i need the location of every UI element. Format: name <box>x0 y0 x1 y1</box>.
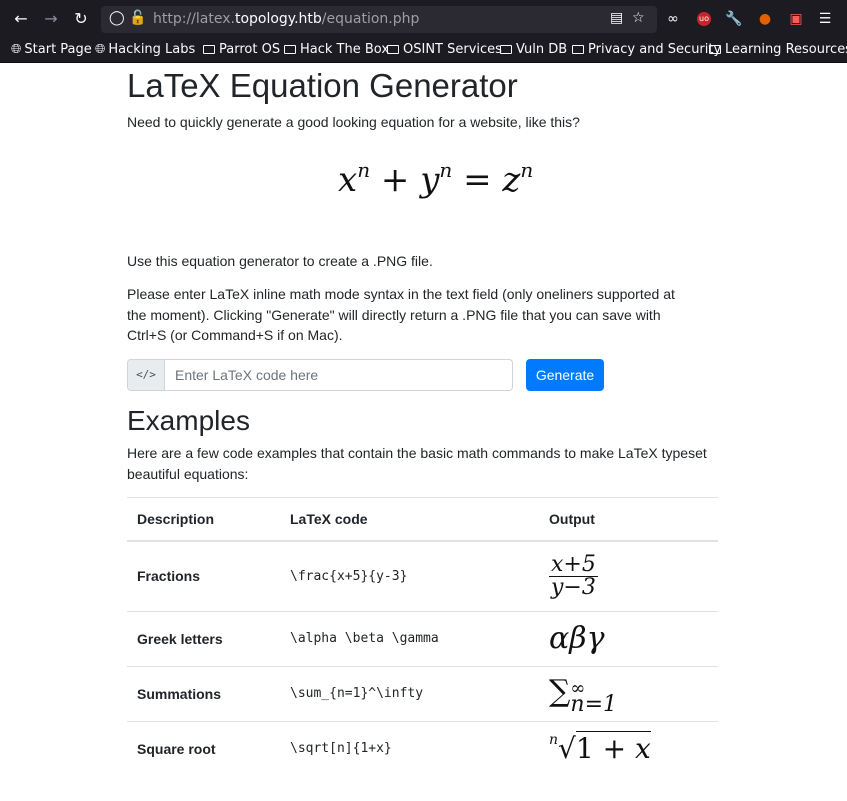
folder-icon <box>203 45 215 54</box>
examples-table: Description LaTeX code Output Fractions … <box>127 497 718 776</box>
bookmark-privacy-security[interactable]: Privacy and Security <box>572 41 721 59</box>
latex-input-group: </> <box>127 359 520 391</box>
bookmark-star-icon[interactable]: ☆ <box>632 10 645 26</box>
row-code: \sum_{n=1}^\infty <box>280 665 539 721</box>
bookmark-hacking-labs[interactable]: 🌐︎ Hacking Labs <box>95 41 195 59</box>
examples-heading: Examples <box>127 405 250 436</box>
bookmark-hack-the-box[interactable]: Hack The Box <box>284 41 389 59</box>
row-description: Summations <box>127 665 280 721</box>
wrench-icon[interactable]: 🔧 <box>724 10 744 28</box>
extension-red-icon[interactable]: ▣ <box>786 10 806 28</box>
header-output: Output <box>539 497 718 542</box>
bookmark-learning-resources[interactable]: Learning Resources <box>709 41 847 59</box>
bookmark-osint-services[interactable]: OSINT Services <box>387 41 502 59</box>
row-output-fraction: x+5 y−3 <box>539 540 718 611</box>
row-description: Greek letters <box>127 610 280 666</box>
latex-input[interactable] <box>165 360 520 390</box>
url-text[interactable]: http://latex.topology.htb/equation.php <box>153 11 419 27</box>
example-equation-image: xn + yn = zn <box>338 158 534 200</box>
row-output-summation: ∑ ∞ n=1 <box>539 665 718 721</box>
row-code: \frac{x+5}{y-3} <box>280 540 539 611</box>
bookmark-parrot-os[interactable]: Parrot OS <box>203 41 280 59</box>
table-row: Greek letters \alpha \beta \gamma αβγ <box>127 610 718 666</box>
row-code: \alpha \beta \gamma <box>280 610 539 666</box>
reader-view-icon[interactable]: ▤ <box>610 10 623 26</box>
generate-button[interactable]: Generate <box>526 359 604 391</box>
intro-text: Need to quickly generate a good looking … <box>127 114 580 130</box>
page-title: LaTeX Equation Generator <box>127 67 518 104</box>
insecure-lock-icon[interactable]: 🔓 <box>129 10 146 26</box>
table-row: Square root \sqrt[n]{1+x} n√1 + x <box>127 720 718 776</box>
foxyproxy-icon[interactable]: ● <box>755 10 775 28</box>
forward-arrow-icon[interactable]: → <box>41 9 61 29</box>
row-description: Square root <box>127 720 280 776</box>
reload-icon[interactable]: ↻ <box>71 9 91 29</box>
table-header-row: Description LaTeX code Output <box>127 497 718 542</box>
row-code: \sqrt[n]{1+x} <box>280 720 539 776</box>
table-row: Summations \sum_{n=1}^\infty ∑ ∞ n=1 <box>127 665 718 721</box>
globe-icon: 🌐︎ <box>95 42 106 57</box>
folder-icon <box>284 45 296 54</box>
table-row: Fractions \frac{x+5}{y-3} x+5 y−3 <box>127 540 718 611</box>
code-icon: </> <box>128 360 165 390</box>
bookmark-start-page[interactable]: 🌐︎ Start Page <box>11 41 92 59</box>
header-latex-code: LaTeX code <box>280 497 539 542</box>
menu-hamburger-icon[interactable]: ☰ <box>815 10 835 28</box>
row-description: Fractions <box>127 540 280 611</box>
folder-icon <box>500 45 512 54</box>
row-output-sqrt: n√1 + x <box>539 720 718 776</box>
shield-icon[interactable]: ◯ <box>109 10 125 26</box>
folder-icon <box>387 45 399 54</box>
back-arrow-icon[interactable]: ← <box>11 9 31 29</box>
bookmark-vuln-db[interactable]: Vuln DB <box>500 41 567 59</box>
header-description: Description <box>127 497 280 542</box>
globe-icon: 🌐︎ <box>11 42 22 57</box>
url-bar[interactable]: ◯ 🔓 http://latex.topology.htb/equation.p… <box>101 6 657 33</box>
instructions-text: Please enter LaTeX inline math mode synt… <box>127 286 675 343</box>
folder-icon <box>572 45 584 54</box>
row-output-greek: αβγ <box>539 610 718 666</box>
ublock-icon[interactable]: uo <box>697 12 711 26</box>
folder-icon <box>709 45 721 54</box>
examples-intro: Here are a few code examples that contai… <box>127 445 707 482</box>
extension-infinity-icon[interactable]: ∞ <box>663 10 683 28</box>
usage-text: Use this equation generator to create a … <box>127 253 433 269</box>
browser-toolbar: ← → ↻ ◯ 🔓 http://latex.topology.htb/equa… <box>0 0 847 38</box>
